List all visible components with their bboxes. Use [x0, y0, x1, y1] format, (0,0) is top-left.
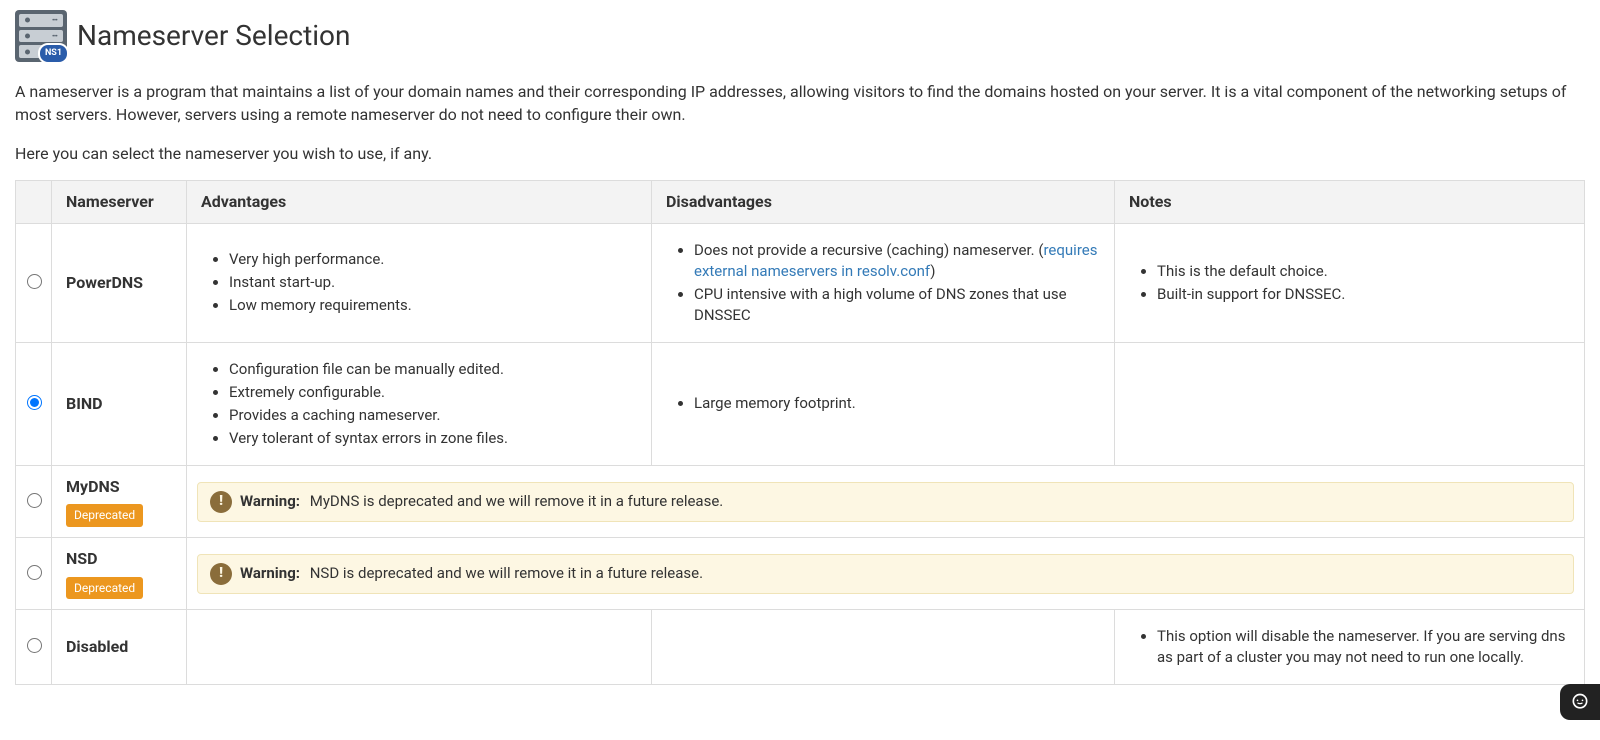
radio-mydns[interactable] [27, 493, 42, 508]
nameserver-table: Nameserver Advantages Disadvantages Note… [15, 180, 1585, 686]
chat-icon [1570, 692, 1590, 712]
list-item: CPU intensive with a high volume of DNS … [694, 284, 1100, 326]
radio-bind[interactable] [27, 395, 42, 410]
dis-bind: Large memory footprint. [666, 393, 1100, 414]
ns-badge: NS1 [38, 43, 69, 64]
warning-message: NSD is deprecated and we will remove it … [310, 564, 703, 582]
list-item: Built-in support for DNSSEC. [1157, 284, 1570, 305]
warning-text: Warning: NSD is deprecated and we will r… [240, 563, 703, 584]
warning-nsd: ! Warning: NSD is deprecated and we will… [197, 554, 1574, 594]
page-header: NS1 Nameserver Selection [15, 10, 1585, 62]
intro-paragraph-1: A nameserver is a program that maintains… [15, 80, 1585, 126]
warning-label: Warning: [240, 564, 300, 582]
warning-mydns: ! Warning: MyDNS is deprecated and we wi… [197, 482, 1574, 522]
deprecated-badge: Deprecated [66, 504, 143, 527]
list-item: Instant start-up. [229, 272, 637, 293]
table-row-powerdns: PowerDNS Very high performance. Instant … [16, 223, 1585, 342]
name-disabled: Disabled [52, 610, 187, 685]
warning-icon: ! [210, 563, 232, 585]
warning-text: Warning: MyDNS is deprecated and we will… [240, 491, 723, 512]
table-row-nsd: NSD Deprecated ! Warning: NSD is depreca… [16, 538, 1585, 610]
page-title: Nameserver Selection [77, 16, 351, 55]
warning-icon: ! [210, 491, 232, 513]
list-item: Very tolerant of syntax errors in zone f… [229, 428, 637, 449]
list-item: Configuration file can be manually edite… [229, 359, 637, 380]
name-powerdns: PowerDNS [52, 223, 187, 342]
name-nsd: NSD Deprecated [52, 538, 187, 610]
chat-widget[interactable] [1560, 684, 1600, 720]
list-item: This is the default choice. [1157, 261, 1570, 282]
table-row-bind: BIND Configuration file can be manually … [16, 342, 1585, 465]
intro-paragraph-2: Here you can select the nameserver you w… [15, 142, 1585, 165]
header-advantages: Advantages [187, 180, 652, 223]
list-item: Does not provide a recursive (caching) n… [694, 240, 1100, 282]
warning-message: MyDNS is deprecated and we will remove i… [310, 492, 724, 510]
list-item: Extremely configurable. [229, 382, 637, 403]
warning-label: Warning: [240, 492, 300, 510]
dis-powerdns: Does not provide a recursive (caching) n… [666, 240, 1100, 326]
notes-disabled: This option will disable the nameserver.… [1129, 626, 1570, 668]
radio-powerdns[interactable] [27, 274, 42, 289]
label: NSD [66, 549, 98, 568]
list-item: Large memory footprint. [694, 393, 1100, 414]
header-select [16, 180, 52, 223]
adv-powerdns: Very high performance. Instant start-up.… [201, 249, 637, 316]
radio-disabled[interactable] [27, 638, 42, 653]
text: Does not provide a recursive (caching) n… [694, 241, 1043, 259]
name-mydns: MyDNS Deprecated [52, 465, 187, 537]
list-item: Low memory requirements. [229, 295, 637, 316]
list-item: Very high performance. [229, 249, 637, 270]
list-item: This option will disable the nameserver.… [1157, 626, 1570, 668]
list-item: Provides a caching nameserver. [229, 405, 637, 426]
notes-powerdns: This is the default choice. Built-in sup… [1129, 261, 1570, 305]
nameserver-icon: NS1 [15, 10, 67, 62]
table-row-disabled: Disabled This option will disable the na… [16, 610, 1585, 685]
radio-nsd[interactable] [27, 565, 42, 580]
header-disadvantages: Disadvantages [652, 180, 1115, 223]
deprecated-badge: Deprecated [66, 577, 143, 600]
text: ) [930, 262, 935, 280]
table-row-mydns: MyDNS Deprecated ! Warning: MyDNS is dep… [16, 465, 1585, 537]
header-nameserver: Nameserver [52, 180, 187, 223]
adv-bind: Configuration file can be manually edite… [201, 359, 637, 449]
header-notes: Notes [1115, 180, 1585, 223]
label: MyDNS [66, 477, 120, 496]
name-bind: BIND [52, 342, 187, 465]
